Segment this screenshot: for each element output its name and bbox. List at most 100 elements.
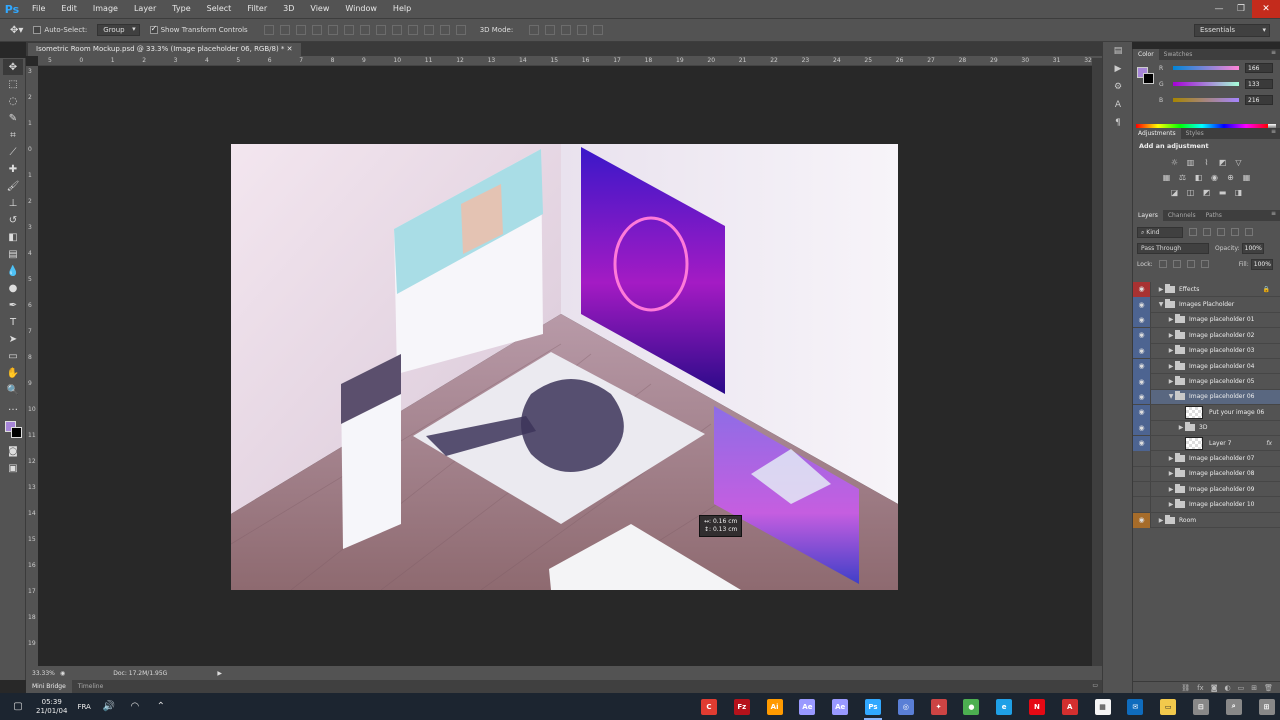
move-tool-icon[interactable]: ✥▾ (10, 25, 23, 36)
actions-icon[interactable]: ▶ (1108, 64, 1128, 78)
mask-icon[interactable]: ◙ (1211, 684, 1218, 692)
shape-filter-icon[interactable] (1231, 228, 1239, 236)
eyedropper-tool-icon[interactable]: ⟋ (3, 144, 23, 160)
character-icon[interactable]: A (1108, 100, 1128, 114)
chevron-right-icon[interactable]: ▶ (1167, 363, 1175, 370)
tab-adjustments[interactable]: Adjustments (1133, 128, 1181, 139)
align-right-icon[interactable] (343, 25, 354, 35)
taskbar-app[interactable]: ✦ (928, 693, 950, 720)
pixel-filter-icon[interactable] (1189, 228, 1197, 236)
eye-icon[interactable]: ◉ (1133, 389, 1151, 405)
dodge-tool-icon[interactable]: ● (3, 280, 23, 296)
healing-tool-icon[interactable]: ✚ (3, 161, 23, 177)
language-indicator[interactable]: FRA (77, 703, 90, 711)
taskbar-app[interactable]: A (1059, 693, 1081, 720)
distribute-left-icon[interactable] (407, 25, 418, 35)
stamp-tool-icon[interactable]: ⊥ (3, 195, 23, 211)
eye-icon[interactable]: ◉ (1133, 481, 1151, 497)
taskbar-app[interactable]: e (993, 693, 1015, 720)
exposure-icon[interactable]: ◩ (1217, 157, 1228, 168)
chevron-right-icon[interactable]: ▶ (1157, 286, 1165, 293)
distribute-right-icon[interactable] (439, 25, 450, 35)
distribute-top-icon[interactable] (359, 25, 370, 35)
taskbar-app[interactable]: Ae (829, 693, 851, 720)
brightness-icon[interactable]: ☼ (1169, 157, 1180, 168)
r-value[interactable]: 166 (1245, 63, 1273, 73)
chevron-right-icon[interactable]: ▶ (1167, 332, 1175, 339)
opacity-input[interactable]: 100% (1241, 242, 1264, 254)
brush-tool-icon[interactable]: 🖌 (3, 178, 23, 194)
b-track[interactable] (1173, 98, 1239, 102)
minimize-button[interactable]: — (1208, 0, 1230, 18)
eraser-tool-icon[interactable]: ◧ (3, 229, 23, 245)
align-top-icon[interactable] (263, 25, 274, 35)
menu-3d[interactable]: 3D (275, 0, 302, 18)
volume-icon[interactable]: 🔊 (101, 699, 117, 715)
rotate-3d-icon[interactable] (529, 25, 540, 35)
status-arrow-icon[interactable]: ▶ (217, 670, 222, 677)
eye-icon[interactable]: ◉ (1133, 497, 1151, 513)
b-slider[interactable]: B 216 (1133, 92, 1280, 108)
layer-row[interactable]: ◉ ▶ Room (1133, 512, 1280, 529)
eye-icon[interactable]: ◉ (1133, 281, 1151, 297)
color-swatches[interactable] (3, 419, 23, 439)
screen-mode-icon[interactable]: ▣ (3, 460, 23, 476)
taskbar-app[interactable]: ▭ (1157, 693, 1179, 720)
layer-row[interactable]: ◉ ▶ Image placeholder 05 (1133, 374, 1280, 390)
document-tab[interactable]: Isometric Room Mockup.psd @ 33.3% (Image… (28, 43, 301, 56)
eye-icon[interactable]: ◉ (1133, 297, 1151, 313)
chevron-right-icon[interactable]: ▶ (1157, 517, 1165, 524)
layer-row[interactable]: ◉ ▶ 3D (1133, 420, 1280, 436)
layer-row[interactable]: ◉ ▶ Effects 🔒 (1133, 281, 1280, 298)
align-left-icon[interactable] (311, 25, 322, 35)
lasso-tool-icon[interactable]: ◌ (3, 93, 23, 109)
lock-paint-icon[interactable] (1172, 260, 1181, 268)
layer-row[interactable]: ◉ ▶ Image placeholder 10 (1133, 497, 1280, 513)
eye-icon[interactable]: ◉ (1133, 312, 1151, 328)
status-icon[interactable]: ◉ (60, 670, 65, 677)
panel-collapse-icon[interactable]: ▭ (1092, 682, 1098, 689)
properties-icon[interactable]: ⚙ (1108, 82, 1128, 96)
taskbar-app[interactable]: Ps (862, 693, 884, 720)
align-middle-icon[interactable] (279, 25, 290, 35)
clock[interactable]: 05:39 21/01/04 (36, 698, 67, 716)
new-layer-icon[interactable]: ⊞ (1251, 684, 1257, 692)
fx-icon[interactable]: fx (1197, 684, 1204, 692)
zoom-tool-icon[interactable]: 🔍 (3, 382, 23, 398)
chevron-up-icon[interactable]: ⌃ (153, 699, 169, 715)
layer-row[interactable]: ◉ Put your image 06 (1133, 404, 1280, 421)
close-button[interactable]: ✕ (1252, 0, 1280, 18)
layer-row[interactable]: ◉ ▶ Image placeholder 08 (1133, 466, 1280, 483)
layer-row[interactable]: ◉ Layer 7 fx (1133, 435, 1280, 452)
panel-menu-icon[interactable]: ≡ (1271, 49, 1276, 56)
chevron-right-icon[interactable]: ▶ (1167, 501, 1175, 508)
layer-row[interactable]: ◉ ▶ Image placeholder 02 (1133, 327, 1280, 344)
pen-tool-icon[interactable]: ✒ (3, 297, 23, 313)
notification-icon[interactable]: ▢ (10, 699, 26, 715)
color-balance-icon[interactable]: ⚖ (1177, 172, 1188, 183)
zoom-level[interactable]: 33.33% (32, 670, 60, 677)
layer-row[interactable]: ◉ ▶ Image placeholder 04 (1133, 358, 1280, 375)
history-brush-icon[interactable]: ↺ (3, 212, 23, 228)
taskbar-app[interactable]: ⊞ (1256, 693, 1278, 720)
channel-mixer-icon[interactable]: ⊕ (1225, 172, 1236, 183)
auto-select-toggle[interactable]: Auto-Select: (33, 26, 87, 34)
chevron-right-icon[interactable]: ▶ (1167, 470, 1175, 477)
type-filter-icon[interactable] (1217, 228, 1225, 236)
tab-layers[interactable]: Layers (1133, 210, 1163, 221)
show-transform-toggle[interactable]: Show Transform Controls (149, 24, 248, 34)
kind-filter-select[interactable]: ⌕ Kind (1137, 226, 1183, 238)
distribute-bottom-icon[interactable] (391, 25, 402, 35)
color-lookup-icon[interactable]: ▦ (1241, 172, 1252, 183)
taskbar-app[interactable]: Fz (731, 693, 753, 720)
quick-mask-icon[interactable]: ◙ (3, 443, 23, 459)
panel-menu-icon[interactable]: ≡ (1271, 210, 1276, 217)
eye-icon[interactable]: ◉ (1133, 420, 1151, 436)
distribute-center-icon[interactable] (423, 25, 434, 35)
vertical-scrollbar[interactable] (1092, 58, 1102, 666)
layer-row[interactable]: ◉ ▶ Image placeholder 03 (1133, 343, 1280, 359)
type-tool-icon[interactable]: T (3, 314, 23, 330)
background-color[interactable] (11, 427, 22, 438)
eye-icon[interactable]: ◉ (1133, 404, 1151, 420)
hand-tool-icon[interactable]: ✋ (3, 365, 23, 381)
